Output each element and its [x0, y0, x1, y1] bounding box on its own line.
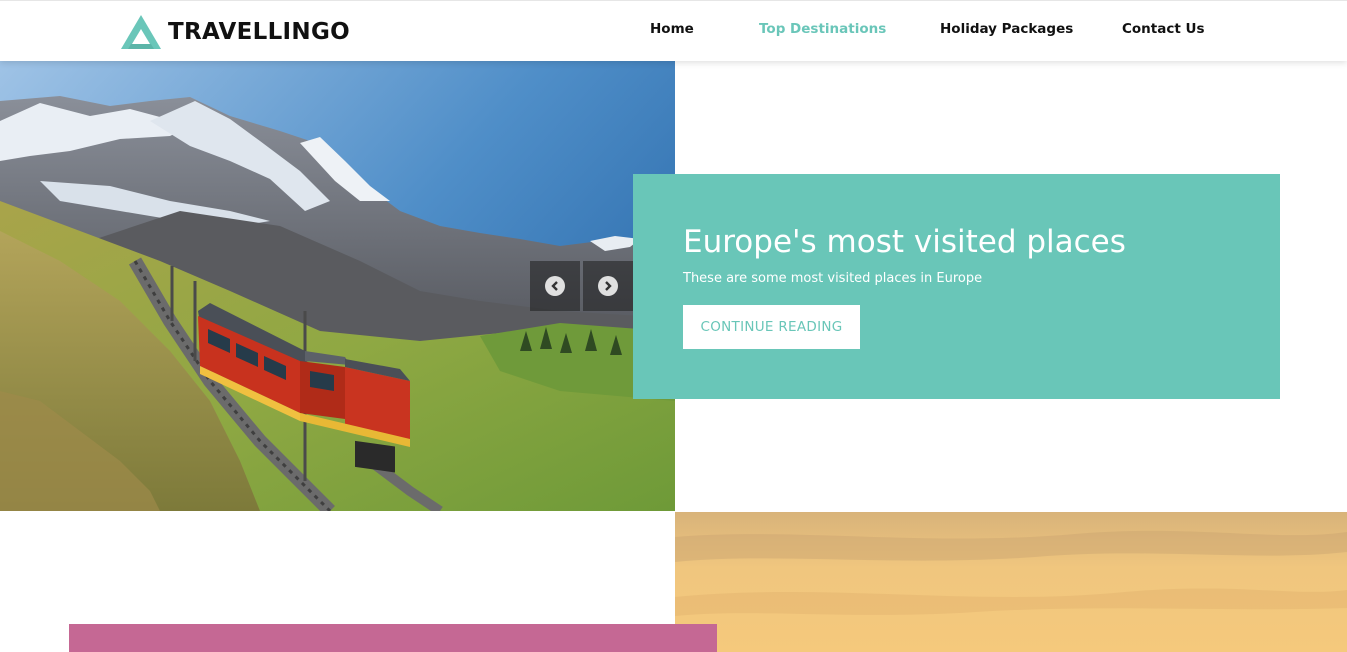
sunset-image — [675, 512, 1347, 652]
nav-item-top-destinations[interactable]: Top Destinations — [759, 21, 886, 37]
slider-next-button[interactable] — [583, 261, 633, 311]
chevron-left-circle-icon — [545, 276, 565, 296]
chevron-right-circle-icon — [598, 276, 618, 296]
slider-prev-button[interactable] — [530, 261, 580, 311]
next-section-card — [69, 624, 717, 652]
slide-caption-card: Europe's most visited places These are s… — [633, 174, 1280, 399]
nav-item-home[interactable]: Home — [650, 21, 694, 37]
site-header: TRAVELLINGO Home Top Destinations Holida… — [0, 0, 1347, 61]
slide-subtitle: These are some most visited places in Eu… — [683, 271, 983, 286]
slide-title: Europe's most visited places — [683, 224, 1126, 260]
nav-item-contact-us[interactable]: Contact Us — [1122, 21, 1205, 37]
main-nav: Home Top Destinations Holiday Packages C… — [0, 1, 1347, 61]
nav-item-holiday-packages[interactable]: Holiday Packages — [940, 21, 1073, 37]
continue-reading-button[interactable]: CONTINUE READING — [683, 305, 860, 349]
